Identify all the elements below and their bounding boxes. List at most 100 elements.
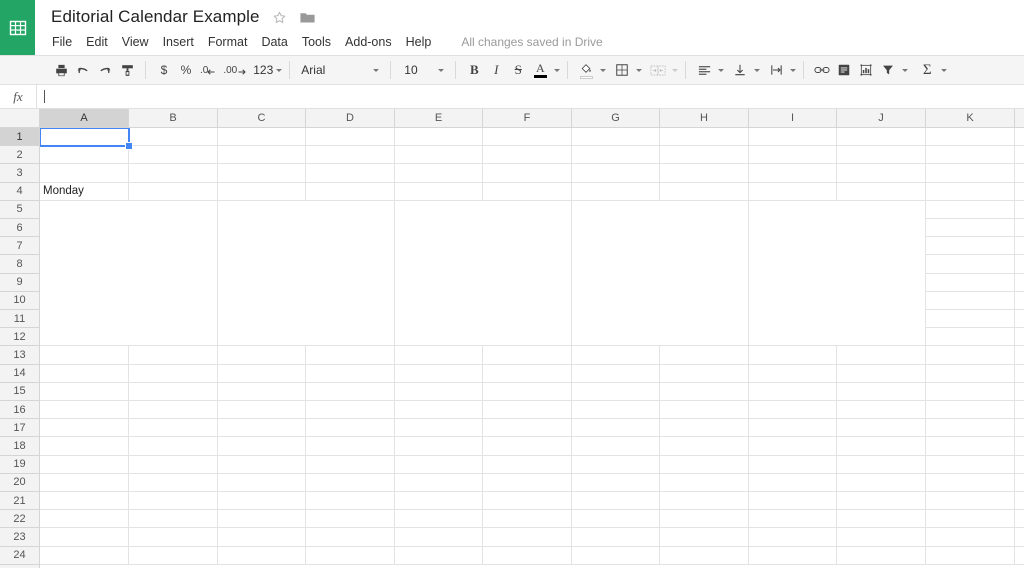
cell-J13[interactable] (837, 346, 926, 365)
cell-F13[interactable] (483, 346, 572, 365)
currency-format-button[interactable]: $ (153, 58, 175, 82)
cell-K21[interactable] (926, 492, 1015, 511)
cell-F14[interactable] (483, 364, 572, 383)
merged-cell-G5[interactable] (572, 200, 749, 347)
cell-K2[interactable] (926, 146, 1015, 165)
cell-C1[interactable] (218, 128, 306, 147)
cell-x16[interactable] (1015, 401, 1024, 420)
cell-D17[interactable] (306, 419, 395, 438)
fill-color-icon[interactable] (575, 58, 597, 82)
filter-icon[interactable] (877, 58, 899, 82)
cell-B20[interactable] (129, 473, 218, 492)
cell-x2[interactable] (1015, 146, 1024, 165)
cell-B16[interactable] (129, 401, 218, 420)
cell-G2[interactable] (572, 146, 660, 165)
cell-G24[interactable] (572, 546, 660, 565)
sheets-grid-icon[interactable] (0, 0, 35, 55)
row-header-5[interactable]: 5 (0, 200, 39, 219)
cell-D18[interactable] (306, 437, 395, 456)
cell-F16[interactable] (483, 401, 572, 420)
cell-F15[interactable] (483, 382, 572, 401)
cell-H16[interactable] (660, 401, 749, 420)
cell-H20[interactable] (660, 473, 749, 492)
cell-K17[interactable] (926, 419, 1015, 438)
cell-D14[interactable] (306, 364, 395, 383)
cell-K7[interactable] (926, 237, 1015, 256)
cell-D16[interactable] (306, 401, 395, 420)
cell-C3[interactable] (218, 164, 306, 183)
cell-J14[interactable] (837, 364, 926, 383)
cell-K5[interactable] (926, 200, 1015, 219)
column-header-F[interactable]: F (483, 109, 572, 127)
strikethrough-button[interactable]: S (507, 58, 529, 82)
cell-I18[interactable] (749, 437, 837, 456)
cell-A19[interactable] (40, 455, 129, 474)
column-header-B[interactable]: B (129, 109, 218, 127)
menu-item-view[interactable]: View (122, 32, 156, 52)
cell-D2[interactable] (306, 146, 395, 165)
cell-J24[interactable] (837, 546, 926, 565)
row-header-15[interactable]: 15 (0, 382, 39, 401)
cell-D20[interactable] (306, 473, 395, 492)
row-header-24[interactable]: 24 (0, 546, 39, 565)
chevron-down-icon[interactable] (718, 68, 725, 72)
cell-F3[interactable] (483, 164, 572, 183)
cell-J17[interactable] (837, 419, 926, 438)
row-header-20[interactable]: 20 (0, 473, 39, 492)
cell-G1[interactable] (572, 128, 660, 147)
cell-G19[interactable] (572, 455, 660, 474)
row-header-21[interactable]: 21 (0, 492, 39, 511)
cell-K15[interactable] (926, 382, 1015, 401)
cell-x6[interactable] (1015, 219, 1024, 238)
cell-A15[interactable] (40, 382, 129, 401)
cell-B21[interactable] (129, 492, 218, 511)
cell-I16[interactable] (749, 401, 837, 420)
cell-x11[interactable] (1015, 310, 1024, 329)
row-header-17[interactable]: 17 (0, 419, 39, 438)
cell-K22[interactable] (926, 510, 1015, 529)
cell-C4[interactable] (218, 182, 306, 201)
cell-I15[interactable] (749, 382, 837, 401)
cell-E17[interactable] (395, 419, 483, 438)
row-header-1[interactable]: 1 (0, 128, 39, 147)
font-size-select[interactable]: 10 (398, 58, 448, 82)
row-header-23[interactable]: 23 (0, 528, 39, 547)
cell-A21[interactable] (40, 492, 129, 511)
cell-H2[interactable] (660, 146, 749, 165)
cell-C16[interactable] (218, 401, 306, 420)
cell-x12[interactable] (1015, 328, 1024, 347)
bold-button[interactable]: B (463, 58, 485, 82)
cell-I23[interactable] (749, 528, 837, 547)
cell-E4[interactable] (395, 182, 483, 201)
cell-C24[interactable] (218, 546, 306, 565)
decrease-decimal-button[interactable]: .0 (197, 58, 220, 82)
menu-item-help[interactable]: Help (406, 32, 439, 52)
cell-K14[interactable] (926, 364, 1015, 383)
cell-E13[interactable] (395, 346, 483, 365)
chevron-down-icon[interactable] (754, 68, 761, 72)
cell-x3[interactable] (1015, 164, 1024, 183)
cell-D19[interactable] (306, 455, 395, 474)
cell-J2[interactable] (837, 146, 926, 165)
row-header-10[interactable]: 10 (0, 291, 39, 310)
cell-F24[interactable] (483, 546, 572, 565)
cell-K6[interactable] (926, 219, 1015, 238)
cell-B14[interactable] (129, 364, 218, 383)
menu-item-tools[interactable]: Tools (302, 32, 338, 52)
cell-C22[interactable] (218, 510, 306, 529)
cell-K16[interactable] (926, 401, 1015, 420)
cell-K9[interactable] (926, 273, 1015, 292)
menu-item-addons[interactable]: Add-ons (345, 32, 399, 52)
cell-A14[interactable] (40, 364, 129, 383)
chevron-down-icon[interactable] (902, 68, 909, 72)
cell-J4[interactable] (837, 182, 926, 201)
cell-C17[interactable] (218, 419, 306, 438)
cell-C23[interactable] (218, 528, 306, 547)
row-header-13[interactable]: 13 (0, 346, 39, 365)
cell-B24[interactable] (129, 546, 218, 565)
menu-item-insert[interactable]: Insert (163, 32, 201, 52)
cell-G16[interactable] (572, 401, 660, 420)
cell-x5[interactable] (1015, 200, 1024, 219)
cell-F17[interactable] (483, 419, 572, 438)
cell-E24[interactable] (395, 546, 483, 565)
